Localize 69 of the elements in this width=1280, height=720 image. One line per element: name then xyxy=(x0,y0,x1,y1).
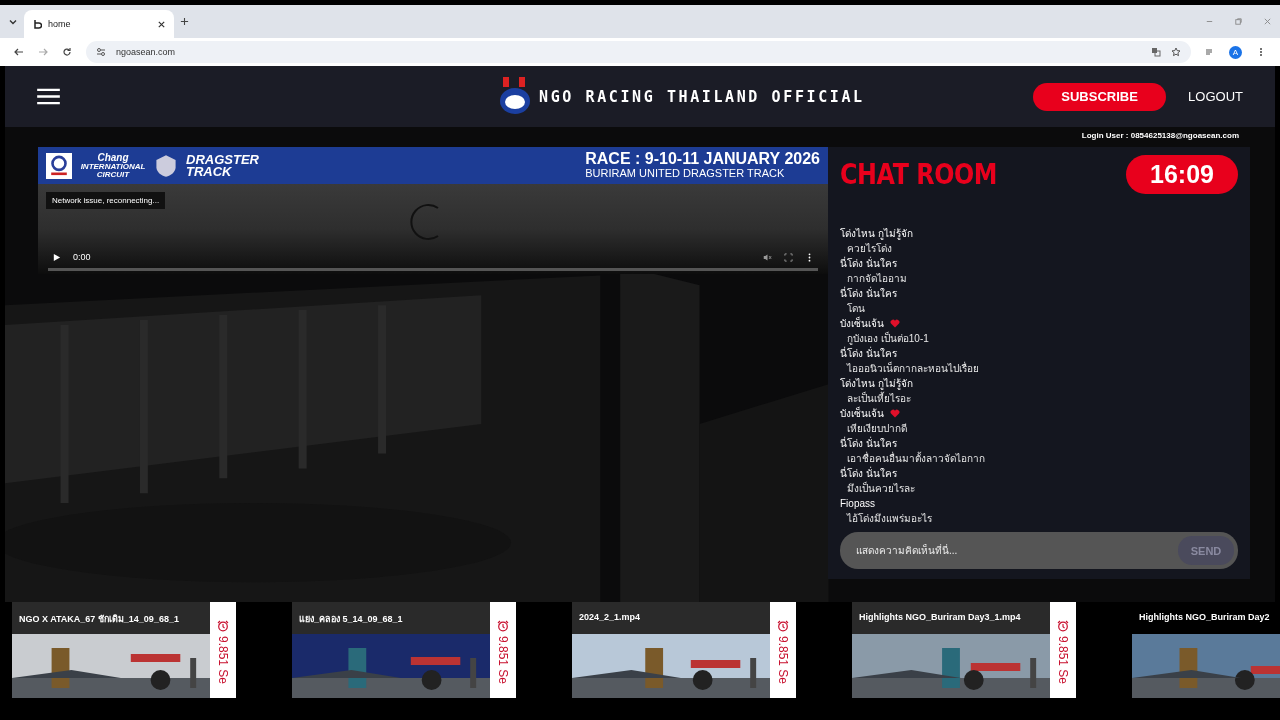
chat-username: นี่โด่ง นั่นใคร xyxy=(840,436,897,451)
alarm-clock-icon xyxy=(1057,620,1069,632)
alarm-clock-icon xyxy=(777,620,789,632)
video-card[interactable]: แยง_คลอง 5_14_09_68_1 9.851 Se xyxy=(292,602,516,698)
chat-username: บังเซ็นเจ้น xyxy=(840,316,884,331)
fullscreen-icon[interactable] xyxy=(784,252,793,262)
emblem-icon xyxy=(46,152,72,179)
chat-username: โด่งไหน กูไม่รู้จัก xyxy=(840,377,913,391)
new-tab-icon[interactable] xyxy=(180,17,189,26)
muted-speaker-icon[interactable] xyxy=(763,252,772,262)
logout-button[interactable]: LOGOUT xyxy=(1188,89,1243,104)
sponsor-logo-text: Chang xyxy=(97,152,129,163)
chat-message: กากจัดไออาม xyxy=(846,272,908,286)
login-user-text: Login User : 0854625138@ngoasean.com xyxy=(1080,130,1240,142)
subscribe-button[interactable]: SUBSCRIBE xyxy=(1033,82,1167,111)
site-settings-icon[interactable] xyxy=(96,47,106,57)
chat-message: โดน xyxy=(846,302,866,316)
chat-username: นี่โด่ง นั่นใคร xyxy=(840,346,897,361)
video-title: NGO X ATAKA_67 ชักเดิม_14_09_68_1 xyxy=(12,602,210,634)
sponsor-subtitle: INTERNATIONAL CIRCUIT xyxy=(80,162,146,179)
clock-badge: 16:09 xyxy=(1126,155,1238,194)
chat-message: ไอออนิวเน็ตกากละหอนไปเรื่อย xyxy=(845,361,980,376)
chat-username: Fiopass xyxy=(840,498,875,509)
chat-title: CHAT ROOM xyxy=(840,158,998,191)
duration-text: 9.851 Se xyxy=(1056,636,1070,685)
duration-text: 9.851 Se xyxy=(776,636,790,685)
race-subtitle: BURIRAM UNITED DRAGSTER TRACK xyxy=(585,168,786,180)
video-title: Highlights NGO_Buriram Day3_1.mp4 xyxy=(852,602,1050,634)
video-title: 2024_2_1.mp4 xyxy=(572,602,770,634)
chat-message: เอาชื่อคนอื่นมาตั้งลาวจัดไอกาก xyxy=(846,451,986,466)
chat-message: กูบังเอง เป็นต่อ10-1 xyxy=(846,331,930,346)
reload-icon[interactable] xyxy=(62,47,72,57)
video-title: แยง_คลอง 5_14_09_68_1 xyxy=(292,602,490,634)
track-logo-text: DRAGSTER TRACK xyxy=(186,153,260,178)
chat-message: ละเป็นเหี้ยไรอะ xyxy=(846,391,912,406)
alarm-clock-icon xyxy=(497,620,509,632)
play-icon[interactable] xyxy=(52,252,61,262)
chat-username: บังเซ็นเจ้น xyxy=(840,406,884,421)
chat-message: ควยไรโด่ง xyxy=(846,242,893,256)
bookmark-star-icon[interactable] xyxy=(1171,47,1181,57)
chat-message: ไอ้โด่งมึงแพร่มอะไร xyxy=(845,512,933,526)
duration-text: 9.851 Se xyxy=(496,636,510,685)
translate-icon[interactable] xyxy=(1151,47,1161,57)
progress-track[interactable] xyxy=(48,268,818,271)
site-title: NGO RACING THAILAND OFFICIAL xyxy=(539,87,865,106)
chat-username: นี่โด่ง นั่นใคร xyxy=(840,256,897,271)
profile-avatar[interactable]: A xyxy=(1229,45,1242,59)
back-icon[interactable] xyxy=(14,47,24,57)
chat-username: นี่โด่ง นั่นใคร xyxy=(840,466,897,481)
video-card[interactable]: NGO X ATAKA_67 ชักเดิม_14_09_68_1 9.851 Se xyxy=(12,602,236,698)
race-title: RACE : 9-10-11 JANUARY 2026 xyxy=(585,151,820,169)
duration-text: 9.851 Se xyxy=(216,636,230,685)
close-tab-icon[interactable] xyxy=(157,19,166,29)
video-card[interactable]: 2024_2_1.mp4 9.851 Se xyxy=(572,602,796,698)
video-title: Highlights NGO_Buriram Day2 xyxy=(1138,611,1271,624)
chat-message: มึงเป็นควยไรละ xyxy=(846,481,916,496)
menu-icon[interactable] xyxy=(37,88,60,105)
chat-username: โด่งไหน กูไม่รู้จัก xyxy=(840,227,913,241)
chat-username: นี่โด่ง นั่นใคร xyxy=(840,286,897,301)
video-card[interactable]: Highlights NGO_Buriram Day2 xyxy=(1132,602,1280,698)
alarm-clock-icon xyxy=(217,620,229,632)
crest-icon xyxy=(154,153,178,178)
video-card[interactable]: Highlights NGO_Buriram Day3_1.mp4 9.851 Se xyxy=(852,602,1076,698)
time-display: 0:00 xyxy=(73,252,91,262)
chat-message: เหียเงียบปากดี xyxy=(846,422,908,436)
favicon-icon xyxy=(32,19,42,29)
network-status-text: Network issue, reconnecting... xyxy=(46,192,166,209)
address-bar[interactable]: ngoasean.com xyxy=(86,41,1191,63)
browser-tab[interactable]: home xyxy=(24,10,174,38)
